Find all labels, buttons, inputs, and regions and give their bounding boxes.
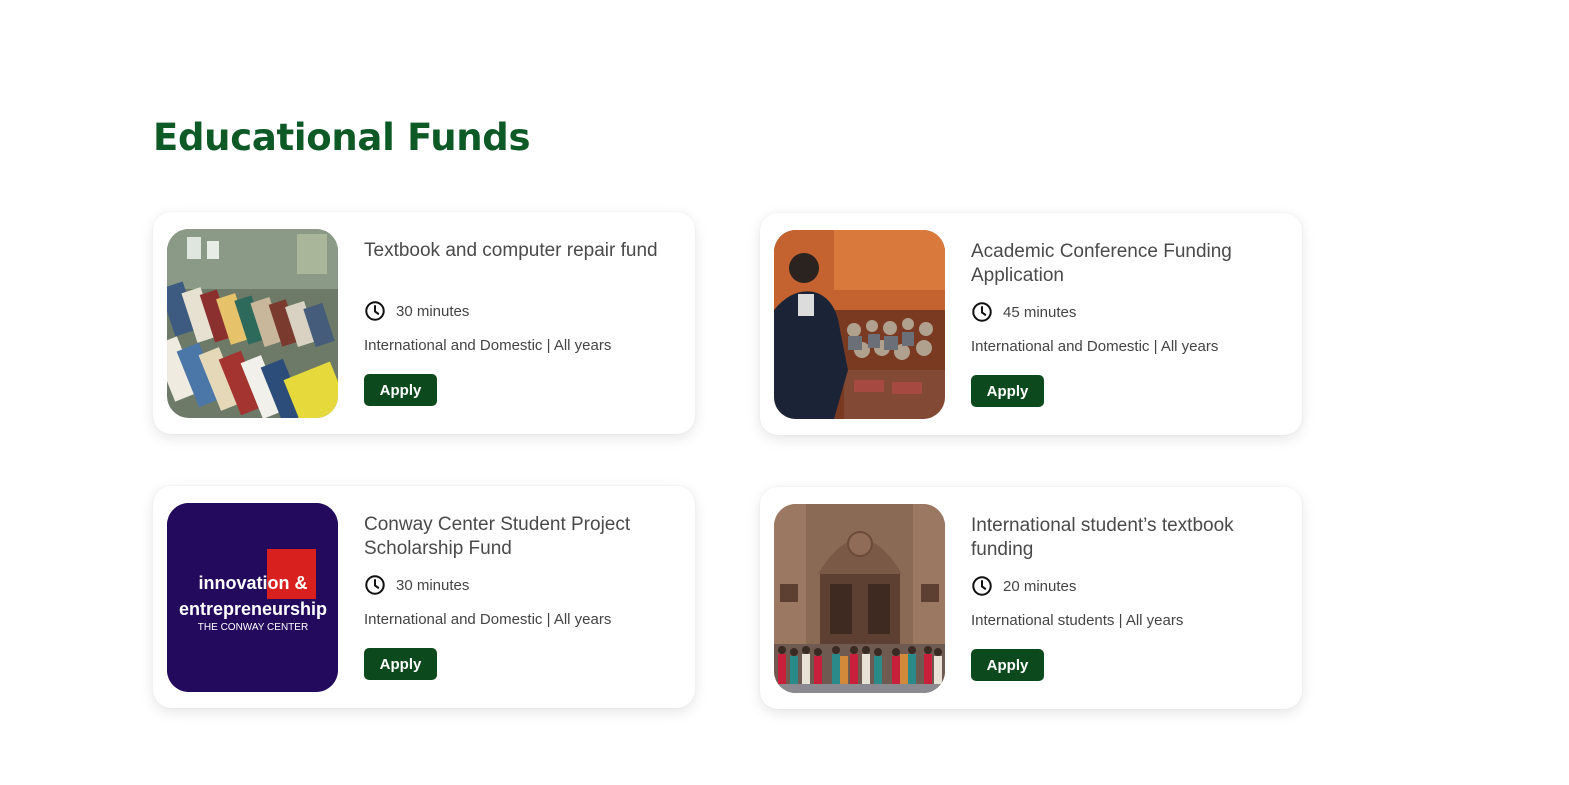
conference-speaker-image [774, 230, 945, 419]
eligibility-text: International students | All years [971, 612, 1184, 629]
duration-text: 30 minutes [396, 302, 470, 320]
logo-line1: innovation & [199, 573, 308, 593]
duration-text: 20 minutes [1003, 577, 1077, 595]
logo-line3: THE CONWAY CENTER [198, 622, 308, 633]
apply-button[interactable]: Apply [971, 649, 1044, 681]
duration-text: 45 minutes [1003, 303, 1077, 321]
clock-icon [365, 301, 385, 321]
eligibility-text: International and Domestic | All years [364, 611, 612, 628]
apply-button[interactable]: Apply [364, 374, 437, 406]
fund-card-academic-conference: Academic Conference Funding Application … [760, 213, 1302, 435]
duration-text: 30 minutes [396, 576, 470, 594]
eligibility-text: International and Domestic | All years [971, 338, 1219, 355]
conway-center-logo: innovation & entrepreneurship THE CONWAY… [167, 503, 338, 692]
fund-card-textbook-repair: Textbook and computer repair fund 30 min… [153, 212, 695, 434]
fund-title: International student’s textbook funding [971, 515, 1234, 560]
clock-icon [972, 576, 992, 596]
apply-button[interactable]: Apply [364, 648, 437, 680]
group-photo-image [774, 504, 945, 693]
fund-title: Conway Center Student Project Scholarshi… [364, 514, 631, 559]
logo-line2: entrepreneurship [179, 599, 327, 619]
fund-title: Textbook and computer repair fund [364, 240, 658, 261]
fund-card-international-textbook: International student’s textbook funding… [760, 487, 1302, 709]
fund-card-conway-center: innovation & entrepreneurship THE CONWAY… [153, 486, 695, 708]
apply-button[interactable]: Apply [971, 375, 1044, 407]
fund-title: Academic Conference Funding Application [971, 241, 1232, 286]
eligibility-text: International and Domestic | All years [364, 337, 612, 354]
page-title: Educational Funds [153, 116, 531, 159]
bookstore-books-image [167, 229, 338, 418]
clock-icon [972, 302, 992, 322]
clock-icon [365, 575, 385, 595]
